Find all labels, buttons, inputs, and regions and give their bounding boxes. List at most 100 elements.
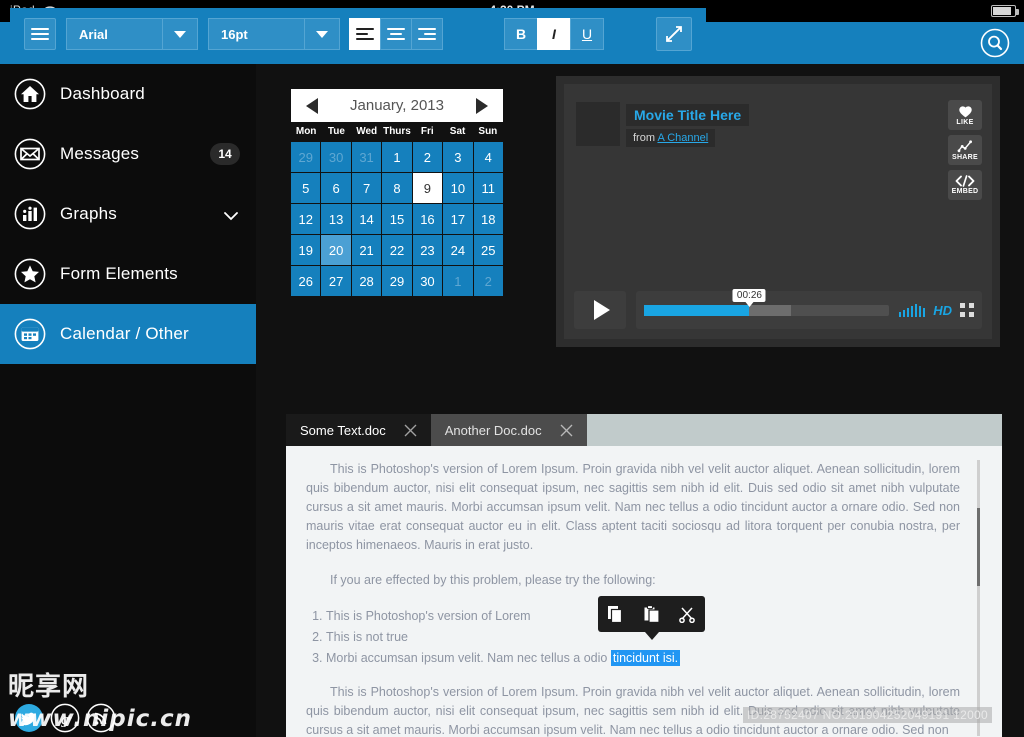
calendar-day-4[interactable]: 4 [473, 142, 503, 172]
share-button[interactable]: SHARE [948, 135, 982, 165]
calendar-day-3[interactable]: 3 [443, 142, 473, 172]
share-label: SHARE [951, 153, 978, 161]
calendar-day-31[interactable]: 31 [351, 142, 382, 172]
calendar-day-27[interactable]: 27 [321, 266, 351, 296]
align-center-button[interactable] [380, 18, 412, 50]
calendar-widget: January, 2013 Mon Tue Wed Thurs Fri Sat … [288, 86, 506, 299]
weekday-label: Sun [478, 126, 498, 137]
calendar-day-16[interactable]: 16 [412, 204, 443, 234]
calendar-day-1[interactable]: 1 [443, 266, 473, 296]
scrollbar-thumb [977, 508, 980, 586]
tab-some-text-doc[interactable]: Some Text.doc [286, 414, 431, 446]
calendar-day-5[interactable]: 5 [291, 173, 321, 203]
fullscreen-icon[interactable] [960, 303, 974, 317]
calendar-next-button[interactable] [461, 89, 503, 122]
calendar-day-6[interactable]: 6 [321, 173, 351, 203]
calendar-day-23[interactable]: 23 [412, 235, 443, 265]
calendar-day-28[interactable]: 28 [351, 266, 382, 296]
calendar-day-24[interactable]: 24 [443, 235, 473, 265]
calendar-day-15[interactable]: 15 [382, 204, 412, 234]
list-item-text: Morbi accumsan ipsum velit. Nam nec tell… [326, 651, 611, 665]
play-button[interactable] [574, 291, 626, 329]
play-icon [593, 300, 610, 320]
document-scrollbar[interactable] [977, 460, 980, 736]
rss-icon[interactable] [86, 703, 116, 733]
italic-button[interactable]: I [537, 18, 571, 50]
selected-text[interactable]: tincidunt isi. [610, 650, 681, 666]
calendar-day-7[interactable]: 7 [351, 173, 382, 203]
calendar-day-26[interactable]: 26 [291, 266, 321, 296]
calendar-day-2[interactable]: 2 [412, 142, 443, 172]
calendar-day-25[interactable]: 25 [473, 235, 503, 265]
calendar-day-12[interactable]: 12 [291, 204, 321, 234]
font-size-dropdown-arrow[interactable] [304, 18, 340, 50]
document-paragraph: This is Photoshop's version of Lorem Ips… [306, 462, 960, 552]
sidebar-item-form-elements[interactable]: Form Elements [0, 244, 256, 304]
calendar-day-2[interactable]: 2 [473, 266, 503, 296]
document-area[interactable]: This is Photoshop's version of Lorem Ips… [286, 446, 1002, 737]
sidebar-item-dashboard[interactable]: Dashboard [0, 64, 256, 124]
like-label: LIKE [956, 118, 974, 126]
paste-icon[interactable] [643, 605, 660, 623]
embed-button[interactable]: EMBED [948, 170, 982, 200]
calendar-prev-button[interactable] [291, 89, 333, 122]
video-channel-link[interactable]: A Channel [657, 132, 708, 144]
like-button[interactable]: LIKE [948, 100, 982, 130]
close-icon[interactable] [560, 424, 573, 437]
watermark-text: 昵享网 [8, 672, 90, 702]
calendar-day-20[interactable]: 20 [321, 235, 351, 265]
chevron-down-icon[interactable] [224, 208, 238, 221]
bold-button[interactable]: B [504, 18, 538, 50]
font-family-value[interactable]: Arial [66, 18, 162, 50]
cut-icon[interactable] [678, 605, 696, 624]
calendar-day-8[interactable]: 8 [382, 173, 412, 203]
calendar-day-19[interactable]: 19 [291, 235, 321, 265]
sidebar-item-graphs[interactable]: Graphs [0, 184, 256, 244]
calendar-day-18[interactable]: 18 [473, 204, 503, 234]
copy-icon[interactable] [607, 605, 624, 624]
calendar-day-10[interactable]: 10 [443, 173, 473, 203]
calendar-day-17[interactable]: 17 [443, 204, 473, 234]
twitter-icon[interactable] [14, 703, 44, 733]
googleplus-icon[interactable]: g [50, 703, 80, 733]
sidebar-item-messages[interactable]: Messages 14 [0, 124, 256, 184]
video-title[interactable]: Movie Title Here [626, 104, 750, 126]
calendar-day-13[interactable]: 13 [321, 204, 351, 234]
search-button[interactable] [980, 28, 1010, 58]
align-right-button[interactable] [411, 18, 443, 50]
code-icon [955, 175, 975, 187]
calendar-day-14[interactable]: 14 [351, 204, 382, 234]
sidebar-item-label: Calendar / Other [60, 324, 189, 343]
calendar-day-11[interactable]: 11 [473, 173, 503, 203]
close-icon[interactable] [404, 424, 417, 437]
calendar-day-22[interactable]: 22 [382, 235, 412, 265]
font-family-dropdown-arrow[interactable] [162, 18, 198, 50]
underline-button[interactable]: U [570, 18, 604, 50]
calendar-day-29[interactable]: 29 [291, 142, 321, 172]
calendar-day-21[interactable]: 21 [351, 235, 382, 265]
weekday-label: Fri [420, 126, 434, 137]
font-size-select[interactable]: 16pt [208, 18, 340, 50]
text-context-menu [598, 596, 705, 640]
video-control-bar: 00:26 HD [636, 288, 982, 329]
expand-icon [666, 26, 682, 42]
font-size-value[interactable]: 16pt [208, 18, 304, 50]
font-family-select[interactable]: Arial [66, 18, 198, 50]
align-left-button[interactable] [349, 18, 381, 50]
tab-another-doc[interactable]: Another Doc.doc [430, 414, 587, 446]
sidebar-item-calendar-other[interactable]: Calendar / Other [0, 304, 256, 364]
volume-bars-icon[interactable] [899, 303, 926, 317]
document-paragraph: If you are effected by this problem, ple… [330, 573, 656, 587]
calendar-day-9[interactable]: 9 [412, 173, 443, 203]
calendar-day-1[interactable]: 1 [382, 142, 412, 172]
document-page[interactable]: This is Photoshop's version of Lorem Ips… [300, 446, 966, 737]
calendar-month-title: January, 2013 [350, 97, 444, 114]
expand-button[interactable] [656, 17, 692, 51]
menu-button[interactable] [24, 18, 56, 50]
calendar-day-29[interactable]: 29 [382, 266, 412, 296]
calendar-day-30[interactable]: 30 [412, 266, 443, 296]
hd-quality-label[interactable]: HD [933, 303, 952, 318]
video-progress-slider[interactable]: 00:26 [644, 288, 890, 316]
video-screen[interactable]: Movie Title Here from A Channel LIKE SHA… [564, 84, 992, 339]
calendar-day-30[interactable]: 30 [321, 142, 351, 172]
